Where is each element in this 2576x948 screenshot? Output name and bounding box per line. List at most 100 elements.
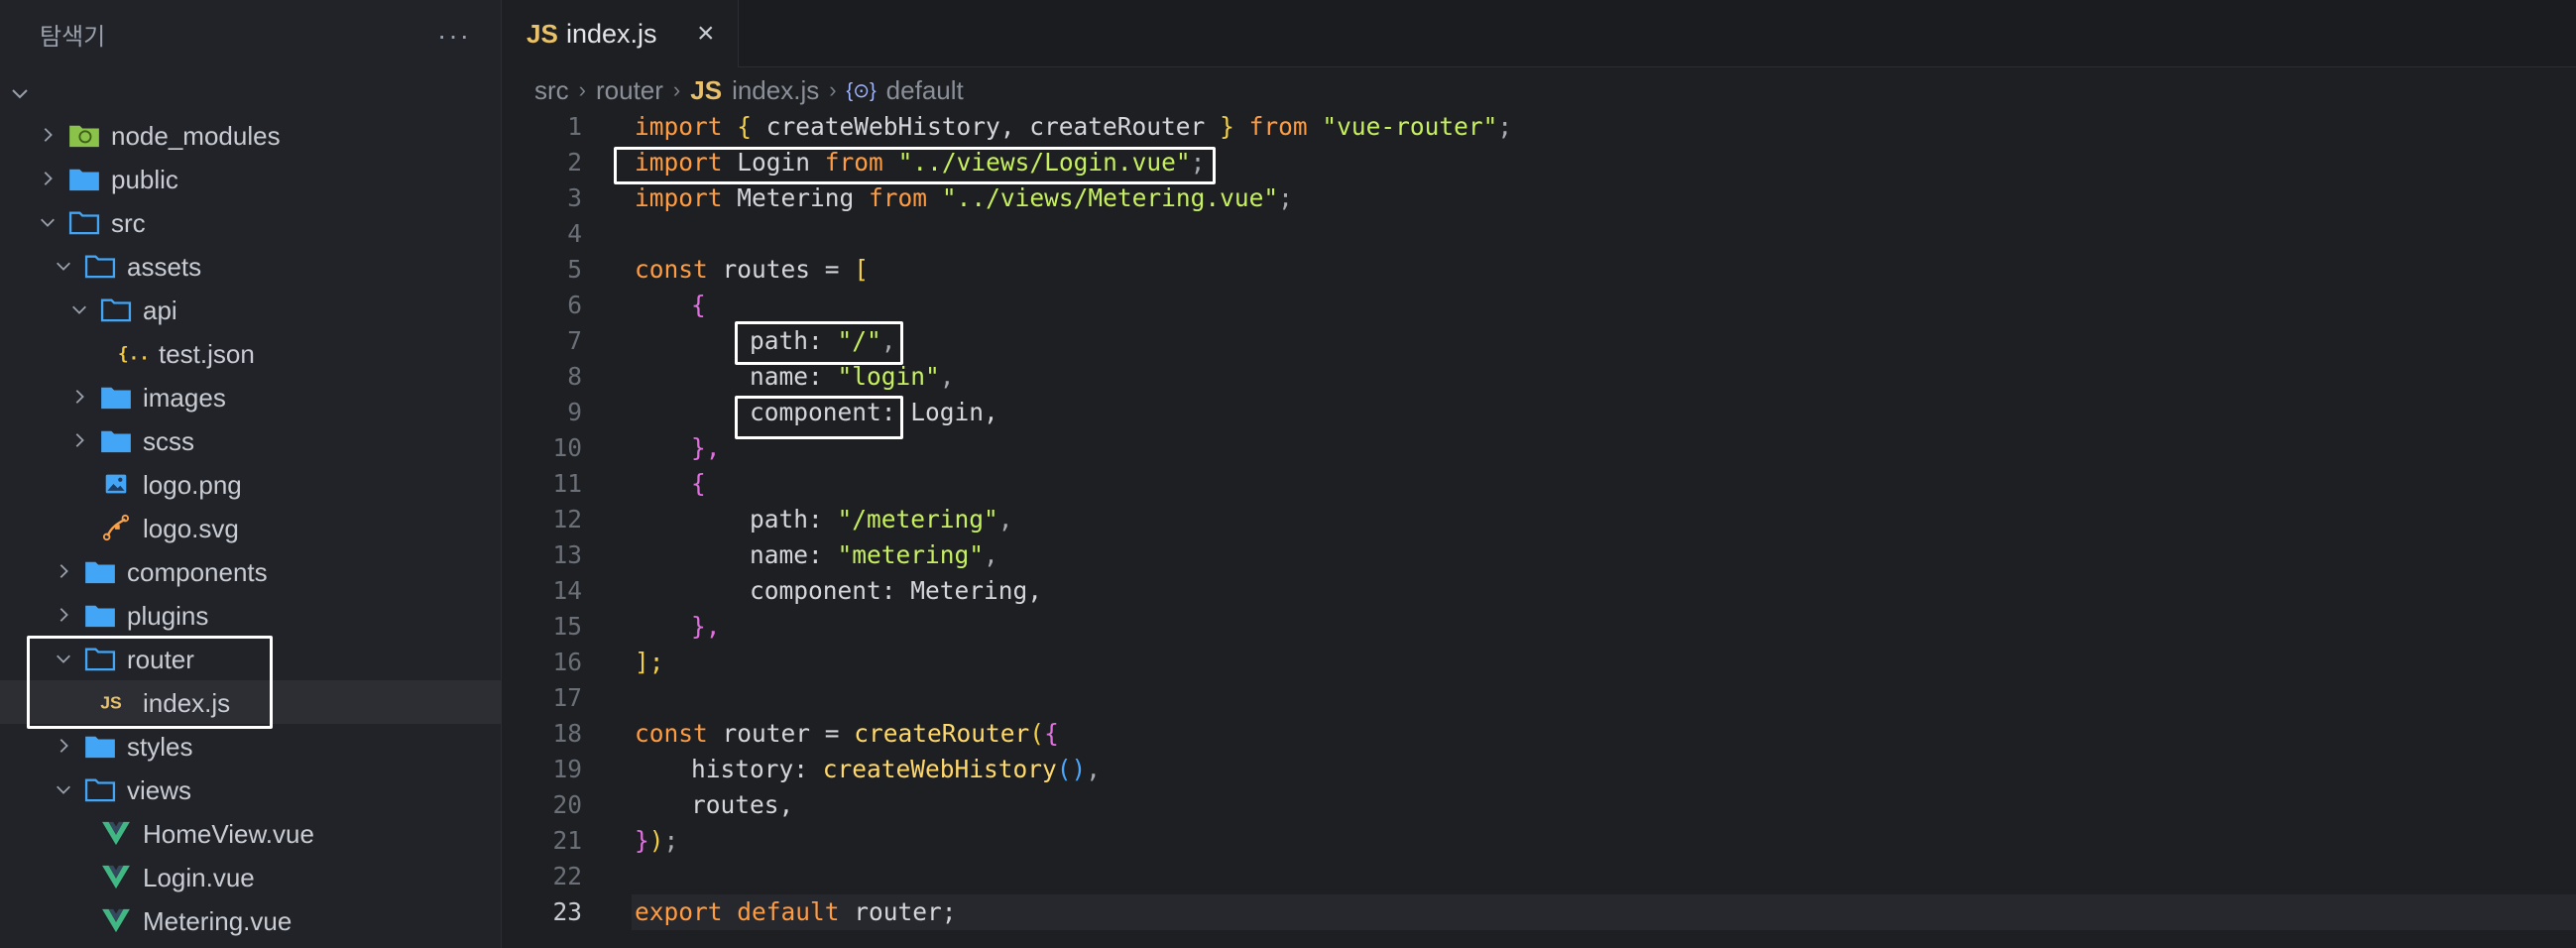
code-line: component: Metering, bbox=[750, 576, 1043, 605]
chevron-right-icon[interactable] bbox=[68, 429, 90, 451]
tree-item-components[interactable]: components bbox=[0, 549, 502, 593]
breadcrumb-router[interactable]: router bbox=[596, 75, 663, 106]
tree-item-label: public bbox=[111, 165, 178, 194]
symbol-icon: {⊙} bbox=[846, 79, 877, 102]
chevron-right-icon[interactable] bbox=[53, 604, 74, 626]
line-number: 19 bbox=[552, 755, 582, 783]
line-number: 1 bbox=[567, 112, 582, 141]
tree-item-node-modules[interactable]: node_modules bbox=[0, 113, 502, 157]
tree-item-test-json[interactable]: {..} test.json bbox=[0, 331, 502, 375]
tree-item-label: assets bbox=[127, 252, 202, 282]
line-number: 15 bbox=[552, 612, 582, 641]
router-highlight-box bbox=[27, 636, 273, 729]
explorer-title: 탐색기 bbox=[40, 23, 106, 51]
chevron-right-icon[interactable] bbox=[68, 386, 90, 408]
folder-open-icon bbox=[67, 207, 101, 237]
folder-icon bbox=[83, 600, 117, 630]
code-line: ]; bbox=[635, 648, 664, 676]
folder-open-icon bbox=[99, 295, 133, 324]
tree-item-label: styles bbox=[127, 732, 193, 762]
vue-file-icon bbox=[99, 862, 133, 891]
code-line: { bbox=[691, 291, 706, 319]
tree-item-label: logo.png bbox=[143, 470, 242, 500]
chevron-right-icon[interactable] bbox=[53, 735, 74, 757]
code-line: import { createWebHistory, createRouter … bbox=[635, 112, 1513, 141]
tree-item-label: test.json bbox=[159, 339, 255, 369]
tree-item-public[interactable]: public bbox=[0, 157, 502, 200]
code-line: name: "metering", bbox=[750, 540, 998, 569]
chevron-down-icon[interactable] bbox=[68, 298, 90, 320]
svg-file-icon bbox=[99, 513, 133, 542]
code-line: const routes = [ bbox=[635, 255, 870, 284]
tree-item-src[interactable]: src bbox=[0, 200, 502, 244]
tab-index-js[interactable]: JS index.js × bbox=[503, 0, 739, 67]
code-line: import Metering from "../views/Metering.… bbox=[635, 183, 1293, 212]
tree-item-plugins[interactable]: plugins bbox=[0, 593, 502, 637]
line-number: 13 bbox=[552, 540, 582, 569]
import-login-highlight-box bbox=[614, 147, 1216, 184]
vue-file-icon bbox=[99, 905, 133, 935]
component-highlight-box bbox=[735, 396, 903, 439]
tree-item-views[interactable]: views bbox=[0, 768, 502, 811]
chevron-right-icon[interactable] bbox=[37, 124, 59, 146]
line-number: 10 bbox=[552, 433, 582, 462]
code-line: export default router; bbox=[635, 897, 957, 926]
editor-area: JS index.js × src › router › JS index.js… bbox=[503, 0, 2576, 948]
breadcrumb-src[interactable]: src bbox=[534, 75, 569, 106]
tab-label: index.js bbox=[566, 18, 657, 49]
tree-item-api[interactable]: api bbox=[0, 288, 502, 331]
line-number: 2 bbox=[567, 148, 582, 177]
chevron-right-icon: › bbox=[829, 77, 837, 102]
path-highlight-box bbox=[735, 321, 903, 365]
line-number: 9 bbox=[567, 398, 582, 426]
folder-icon bbox=[67, 164, 101, 193]
tree-item-scss[interactable]: scss bbox=[0, 418, 502, 462]
chevron-down-icon[interactable] bbox=[53, 255, 74, 277]
folder-icon bbox=[83, 556, 117, 586]
line-number: 11 bbox=[552, 469, 582, 498]
tree-item-logo-svg[interactable]: logo.svg bbox=[0, 506, 502, 549]
breadcrumb-default[interactable]: default bbox=[886, 75, 964, 106]
code-line: routes, bbox=[691, 790, 794, 819]
line-number: 20 bbox=[552, 790, 582, 819]
chevron-right-icon[interactable] bbox=[53, 560, 74, 582]
line-number: 5 bbox=[567, 255, 582, 284]
code-line: { bbox=[691, 469, 706, 498]
code-line: }, bbox=[691, 433, 721, 462]
tree-item-styles[interactable]: styles bbox=[0, 724, 502, 768]
tree-item-images[interactable]: images bbox=[0, 375, 502, 418]
tree-item-label: components bbox=[127, 557, 268, 587]
more-actions-icon[interactable]: ··· bbox=[437, 20, 471, 52]
line-number: 6 bbox=[567, 291, 582, 319]
image-file-icon bbox=[99, 469, 133, 499]
line-number: 8 bbox=[567, 362, 582, 391]
tree-item-label: HomeView.vue bbox=[143, 819, 314, 849]
chevron-down-icon[interactable] bbox=[53, 778, 74, 800]
svg-text:{..}: {..} bbox=[118, 345, 148, 365]
tree-item-label: node_modules bbox=[111, 121, 281, 151]
js-file-icon: JS bbox=[690, 74, 723, 105]
breadcrumb-index-js[interactable]: index.js bbox=[732, 75, 819, 106]
chevron-right-icon[interactable] bbox=[37, 168, 59, 189]
explorer-sidebar: 탐색기 ··· node_modules public src assets api {.… bbox=[0, 0, 502, 948]
tree-item-label: plugins bbox=[127, 601, 209, 631]
tree-item-login-vue[interactable]: Login.vue bbox=[0, 855, 502, 898]
chevron-down-icon[interactable] bbox=[37, 211, 59, 233]
tree-item-label: views bbox=[127, 775, 192, 805]
chevron-down-icon[interactable] bbox=[10, 71, 40, 111]
tree-item-logo-png[interactable]: logo.png bbox=[0, 462, 502, 506]
tree-item-label: src bbox=[111, 208, 146, 238]
code-line: }); bbox=[635, 826, 679, 855]
tree-item-homeview-vue[interactable]: HomeView.vue bbox=[0, 811, 502, 855]
folder-icon bbox=[83, 731, 117, 761]
close-icon[interactable]: × bbox=[697, 17, 715, 51]
folder-open-icon bbox=[83, 251, 117, 281]
line-number: 17 bbox=[552, 683, 582, 712]
line-number: 7 bbox=[567, 326, 582, 355]
line-number: 21 bbox=[552, 826, 582, 855]
tree-item-assets[interactable]: assets bbox=[0, 244, 502, 288]
line-number: 12 bbox=[552, 505, 582, 533]
tree-item-metering-vue[interactable]: Metering.vue bbox=[0, 898, 502, 942]
line-number: 3 bbox=[567, 183, 582, 212]
code-line: path: "/metering", bbox=[750, 505, 1013, 533]
